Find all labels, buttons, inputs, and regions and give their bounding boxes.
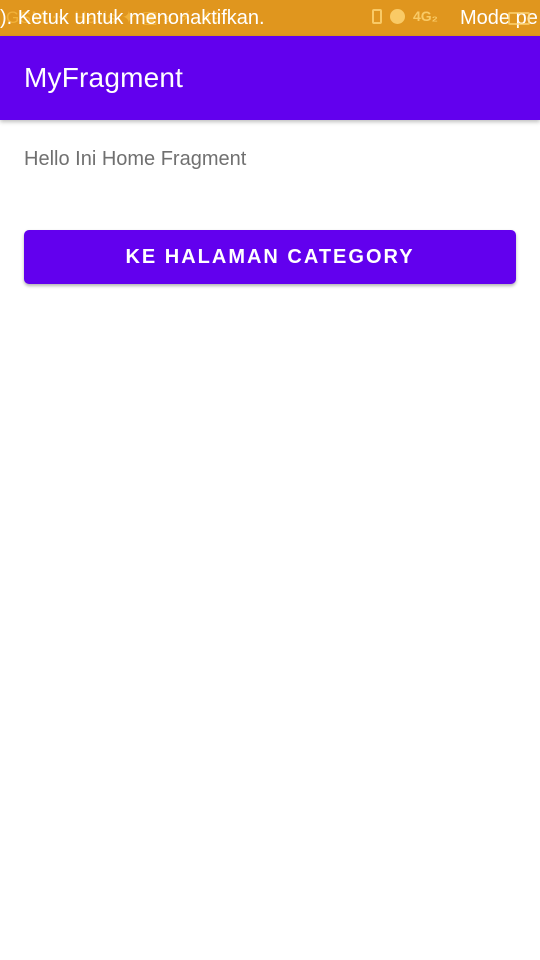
phone-screen: GSM ⋅⋅⋅ Haris ✦ ▣ ⪢ ⚡ :49 ). Ketuk untuk… xyxy=(0,0,540,960)
vibrate-icon xyxy=(372,8,382,24)
status-icons: 4G₂ xyxy=(372,8,438,24)
alarm-icon xyxy=(390,8,405,24)
battery-saver-notification-text[interactable]: ). Ketuk untuk menonaktifkan. xyxy=(0,7,265,30)
network-type-label: 4G₂ xyxy=(413,8,438,24)
home-fragment-text: Hello Ini Home Fragment xyxy=(24,148,247,170)
go-to-category-button[interactable]: KE HALAMAN CATEGORY xyxy=(24,230,516,284)
app-title: MyFragment xyxy=(24,62,184,93)
app-bar: MyFragment xyxy=(0,36,540,120)
status-bar: GSM ⋅⋅⋅ Haris ✦ ▣ ⪢ ⚡ :49 ). Ketuk untuk… xyxy=(0,0,540,36)
battery-icon xyxy=(508,12,530,25)
